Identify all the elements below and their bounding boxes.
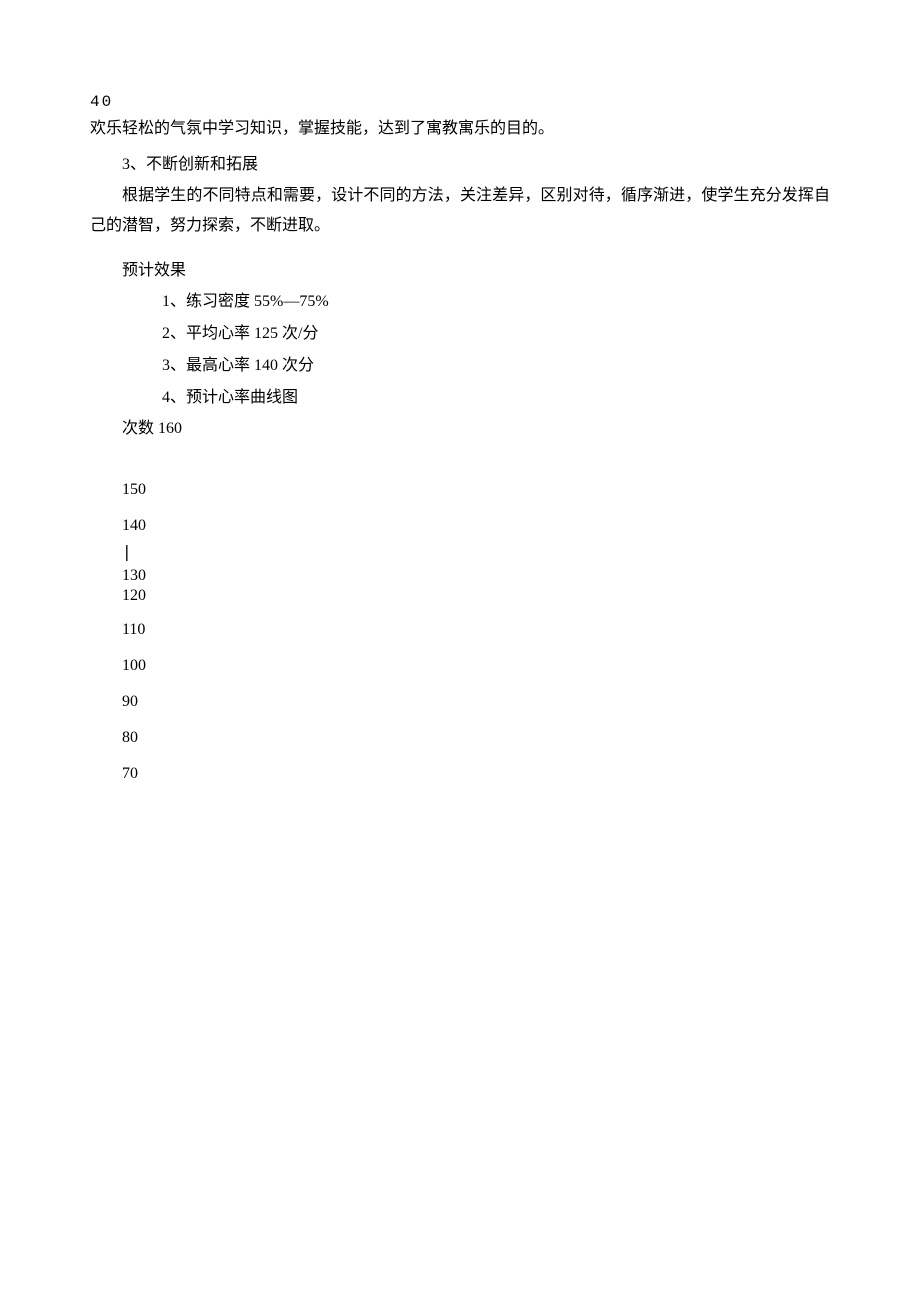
section-3-body: 根据学生的不同特点和需要，设计不同的方法，关注差异，区别对待，循序渐进，使学生充… [90,181,830,242]
list-item: 2、平均心率 125 次/分 [162,318,830,350]
y-axis-ticks: 150 140 [122,472,830,544]
y-tick: 100 [122,648,830,684]
list-item: 3、最高心率 140 次分 [162,350,830,382]
image-placeholder-mark: | [122,544,830,560]
y-tick: 130 [122,566,830,586]
list-item: 1、练习密度 55%—75% [162,286,830,318]
y-tick: 80 [122,720,830,756]
section-3-title: 3、不断创新和拓展 [90,150,830,180]
y-tick: 90 [122,684,830,720]
y-axis-ticks: 130 120 [122,566,830,606]
y-tick: 150 [122,472,830,508]
y-tick: 70 [122,756,830,792]
list-item: 4、预计心率曲线图 [162,382,830,414]
expected-effect-title: 预计效果 [90,256,830,286]
document-page: 40 欢乐轻松的气氛中学习知识，掌握技能，达到了寓教寓乐的目的。 3、不断创新和… [0,0,920,882]
y-tick: 110 [122,612,830,648]
y-axis-ticks: 110 100 90 80 70 [122,612,830,792]
axis-label-line: 次数 160 [122,414,830,444]
expected-effect-list: 1、练习密度 55%—75% 2、平均心率 125 次/分 3、最高心率 140… [162,286,830,414]
y-tick: 120 [122,586,830,606]
y-tick: 140 [122,508,830,544]
page-number: 40 [90,90,830,114]
continuation-line: 欢乐轻松的气氛中学习知识，掌握技能，达到了寓教寓乐的目的。 [90,114,830,144]
